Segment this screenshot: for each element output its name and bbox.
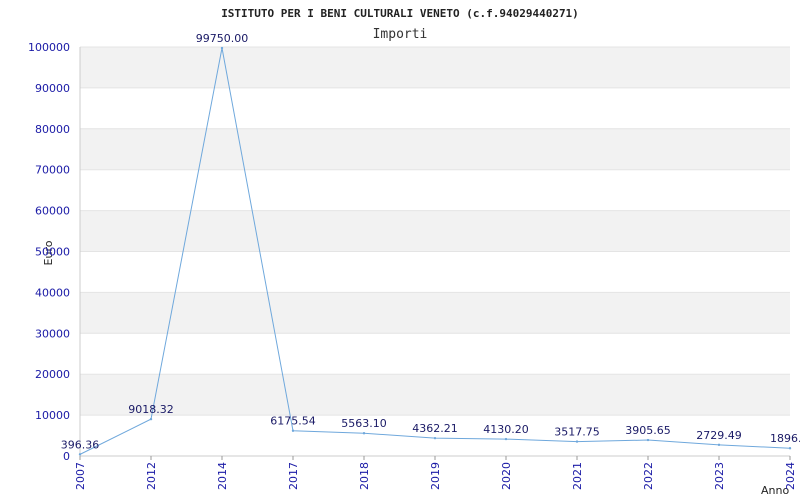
data-label: 3517.75	[554, 426, 600, 439]
x-tick-labels: 2007 2012 2014 2017 2018 2019 2020 2021 2022 2023…	[74, 456, 797, 490]
data-label: 4362.21	[412, 422, 458, 435]
x-tick-label: 2020	[500, 462, 513, 490]
x-tick-label: 2007	[74, 462, 87, 490]
data-point	[717, 443, 721, 447]
chart-title: ISTITUTO PER I BENI CULTURALI VENETO (c.…	[221, 7, 579, 20]
grid-band	[80, 292, 790, 334]
x-tick-label: 2014	[216, 462, 229, 490]
data-point	[646, 438, 650, 442]
y-tick-label: 70000	[35, 164, 70, 177]
chart: ISTITUTO PER I BENI CULTURALI VENETO (c.…	[28, 7, 800, 497]
y-tick-label: 80000	[35, 123, 70, 136]
y-tick-label: 60000	[35, 205, 70, 218]
data-label: 1896.2	[770, 432, 800, 445]
data-point	[78, 453, 82, 456]
x-tick-label: 2018	[358, 462, 371, 490]
y-tick-label: 0	[63, 450, 70, 463]
data-label: 5563.10	[341, 417, 387, 430]
x-tick-label: 2012	[145, 462, 158, 490]
x-tick-label: 2021	[571, 462, 584, 490]
chart-subtitle: Importi	[373, 27, 428, 42]
data-point	[362, 432, 366, 435]
x-tick-label: 2023	[713, 462, 726, 490]
x-tick-label: 2017	[287, 462, 300, 490]
y-tick-label: 90000	[35, 82, 70, 95]
data-point	[575, 440, 579, 443]
y-tick-label: 40000	[35, 286, 70, 299]
data-label: 2729.49	[696, 429, 742, 442]
y-tick-label: 20000	[35, 368, 70, 381]
data-point	[291, 429, 295, 432]
data-point	[220, 46, 224, 50]
grid-band	[80, 374, 790, 416]
data-point	[433, 436, 437, 440]
data-label: 4130.20	[483, 423, 529, 436]
data-label: 6175.54	[270, 415, 316, 428]
grid-band	[80, 47, 790, 88]
data-label: 396.36	[61, 438, 100, 451]
data-label: 9018.32	[128, 403, 174, 416]
y-tick-label: 30000	[35, 327, 70, 340]
y-tick-label: 50000	[35, 246, 70, 259]
x-tick-label: 2019	[429, 462, 442, 490]
data-label: 99750.00	[196, 32, 249, 45]
grid-band	[80, 128, 790, 170]
data-point	[788, 447, 792, 450]
y-tick-label: 10000	[35, 409, 70, 422]
y-tick-label: 100000	[28, 41, 70, 54]
x-tick-label: 2024	[784, 462, 797, 490]
data-point	[149, 417, 153, 421]
x-tick-label: 2022	[642, 462, 655, 490]
data-label: 3905.65	[625, 424, 671, 437]
data-point	[504, 437, 508, 441]
y-tick-labels: 0 10000 20000 30000 40000 50000 60000 70000 8000…	[28, 41, 70, 463]
